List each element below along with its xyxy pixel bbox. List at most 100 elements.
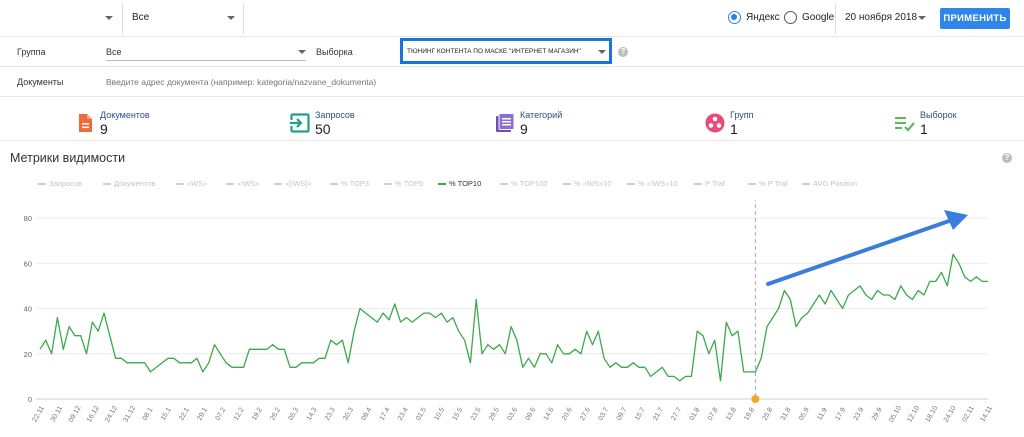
scope-select[interactable]: Все (132, 9, 237, 29)
stat-value: 1 (920, 121, 928, 137)
document-url-input[interactable] (106, 73, 606, 91)
group-select[interactable]: Все (106, 43, 306, 61)
checklist-icon (895, 117, 915, 132)
x-tick-label: 03.7 (597, 407, 610, 422)
legend-item[interactable]: P Traf (694, 179, 725, 188)
engine-google-label[interactable]: Google (802, 12, 834, 23)
x-tick-label: 21.7 (652, 407, 665, 422)
x-tick-label: 25.8 (761, 407, 774, 422)
metrics-title: Метрики видимости (10, 151, 126, 165)
x-tick-label: 31.8 (780, 407, 793, 422)
x-tick-label: 30.3 (342, 407, 355, 422)
legend-item[interactable]: % P Traf (748, 179, 788, 188)
x-tick-label: 03.6 (506, 407, 519, 422)
help-icon[interactable]: ? (1002, 153, 1012, 163)
x-tick-label: 14.11 (979, 405, 994, 423)
apply-button[interactable]: ПРИМЕНИТЬ (940, 8, 1010, 29)
x-tick-label: 12.10 (906, 405, 921, 424)
group-select-value: Все (106, 47, 122, 57)
legend-item[interactable]: Документов (103, 179, 155, 188)
x-tick-label: 14.3 (306, 407, 319, 422)
x-tick-label: 24.10 (943, 405, 958, 424)
x-tick-label: 05.9 (798, 407, 811, 422)
x-tick-label: 24.12 (104, 405, 119, 424)
engine-yandex-radio[interactable] (728, 11, 741, 24)
x-tick-label: 15.5 (452, 407, 465, 422)
engine-yandex-label[interactable]: Яндекс (746, 12, 780, 23)
chevron-down-icon (227, 16, 235, 20)
x-tick-label: 16.12 (86, 405, 101, 424)
legend-item[interactable]: % TOP100 (500, 179, 547, 188)
group-icon (705, 113, 725, 133)
engine-google-radio[interactable] (784, 11, 797, 24)
y-tick-label: 40 (24, 305, 32, 314)
x-tick-label: 10.5 (433, 407, 446, 422)
legend-item[interactable]: % TOP5 (384, 179, 423, 188)
visibility-chart: 0 20 40 60 80 22.11 30.11 09.12 16.12 24.12 31.12 0… (24, 200, 994, 424)
document-icon (79, 114, 92, 132)
chevron-down-icon (298, 50, 306, 54)
date-select[interactable]: 20 ноября 2018 (845, 12, 930, 28)
series-line-top10 (39, 253, 988, 382)
chevron-down-icon (918, 16, 926, 20)
x-tick-label: 19.8 (743, 407, 756, 422)
group-label: Группа (17, 47, 46, 57)
group-select-underline (106, 60, 306, 61)
legend-item[interactable]: «[!WS]» (274, 179, 312, 188)
legend-item[interactable]: «!WS» (226, 179, 260, 188)
x-tick-label: 29.5 (488, 407, 501, 422)
project-select[interactable] (10, 9, 115, 29)
legend-item[interactable]: «WS» (176, 179, 207, 188)
x-tick-label: 09.12 (68, 405, 83, 424)
x-tick-label: 18.10 (925, 405, 940, 424)
x-tick-label: 23.5 (470, 407, 483, 422)
x-tick-label: 29.1 (196, 407, 209, 422)
section-divider (0, 140, 1024, 141)
x-tick-label: 14.6 (543, 407, 556, 422)
legend-item[interactable]: % TOP3 (330, 179, 369, 188)
legend-item[interactable]: Запросов (38, 179, 82, 188)
x-tick-label: 05.10 (888, 405, 903, 424)
x-tick-label: 13.8 (725, 407, 738, 422)
legend-item[interactable]: % «!WS»10 (627, 179, 678, 188)
stat-name: Категорий (520, 110, 563, 120)
x-tick-label: 09.6 (524, 407, 537, 422)
x-tick-label: 27.6 (579, 407, 592, 422)
x-tick-label: 22.1 (178, 407, 191, 422)
x-tick-label: 17.9 (834, 407, 847, 422)
x-tick-label: 09.7 (616, 407, 629, 422)
stat-name: Документов (100, 110, 150, 120)
list-icon (496, 113, 515, 132)
divider (243, 3, 244, 34)
x-tick-label: 05.3 (287, 407, 300, 422)
y-tick-label: 0 (28, 395, 32, 404)
x-tick-label: 02.11 (961, 405, 976, 423)
selection-highlight-frame (400, 38, 612, 64)
stat-value: 1 (730, 121, 738, 137)
stat-value: 50 (315, 121, 331, 137)
x-tick-label: 01.8 (689, 407, 702, 422)
x-tick-label: 27.7 (670, 407, 683, 422)
legend-item[interactable]: % «WS»10 (563, 179, 612, 188)
x-tick-label: 08.1 (142, 407, 155, 422)
stat-name: Выборок (920, 110, 957, 120)
selection-label: Выборка (316, 47, 353, 57)
legend-item[interactable]: % TOP10 (438, 179, 481, 188)
documents-label: Документы (17, 77, 64, 87)
stat-name: Групп (730, 110, 754, 120)
enter-icon (289, 113, 310, 133)
event-marker-dot (751, 395, 760, 403)
stat-value: 9 (100, 121, 108, 137)
x-tick-label: 29.9 (871, 407, 884, 422)
x-tick-label: 01.5 (415, 407, 428, 422)
x-tick-label: 23.4 (397, 407, 410, 422)
divider (122, 3, 123, 34)
documents-row: Документы (0, 67, 1024, 97)
x-tick-label: 26.2 (269, 407, 282, 422)
chevron-down-icon (105, 16, 113, 20)
x-tick-label: 07.2 (215, 407, 228, 422)
x-tick-label: 30.11 (50, 405, 65, 423)
help-icon[interactable]: ? (618, 47, 628, 57)
x-tick-label: 07.8 (707, 407, 720, 422)
legend-item[interactable]: AVG Position (802, 179, 857, 188)
